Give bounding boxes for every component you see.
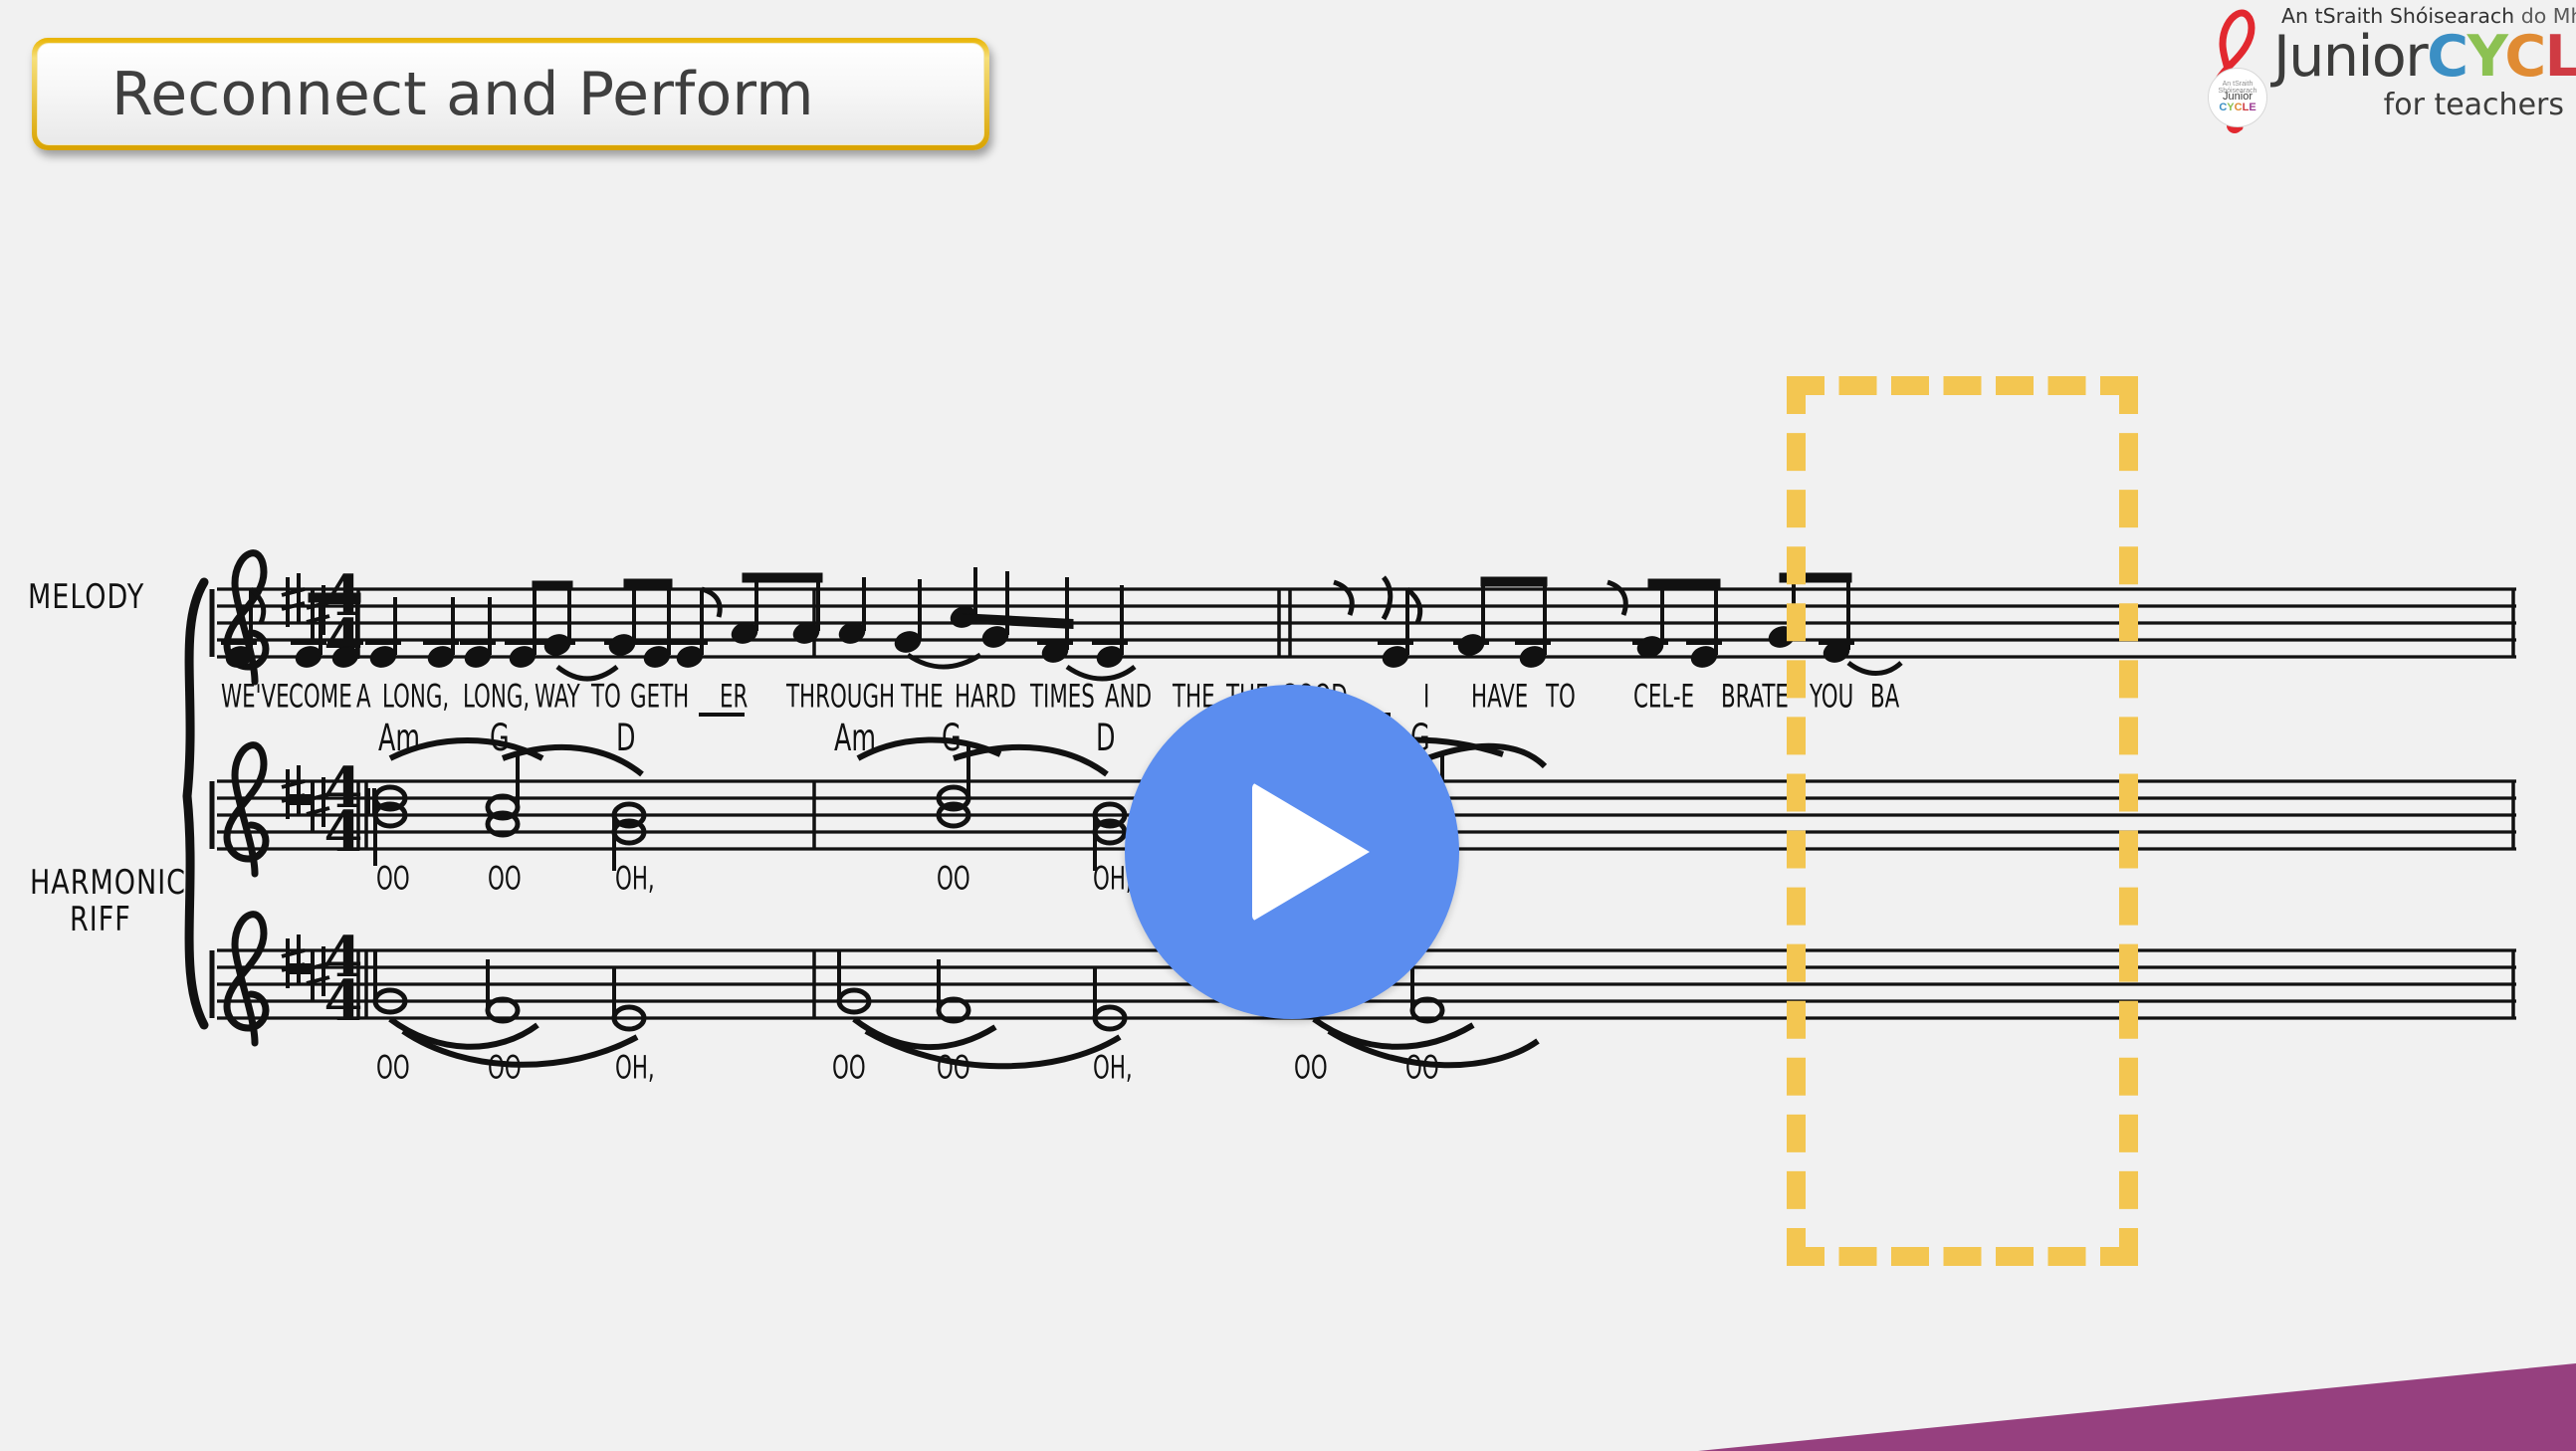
melody-lyric: BA — [1870, 679, 1900, 716]
logo-letter-l: L — [2544, 24, 2576, 90]
chord-symbol: D — [1096, 715, 1116, 760]
logo-seal-badge: An tSraith Shóisearach Junior CYCLE — [2208, 68, 2267, 127]
melody-lyric: WE'VE — [221, 679, 290, 716]
chord-symbol: Am — [834, 715, 877, 760]
harmonic-lyric-lower: OO — [832, 1050, 866, 1087]
title-card-inner: Reconnect and Perform — [37, 43, 984, 145]
play-video-button[interactable] — [1125, 685, 1459, 1019]
harmonic-lyric-lower: OH, — [1093, 1050, 1133, 1087]
slide-canvas: Reconnect and Perform An tSraith Shóisea… — [0, 0, 2576, 1451]
logo-letter-c1: C — [2427, 24, 2469, 90]
harmonic-lyric-lower: OO — [1294, 1050, 1328, 1087]
harmonic-lyric-lower: OO — [1405, 1050, 1439, 1087]
harmonic-lyric-upper: OH, — [615, 861, 655, 898]
melody-lyric: YOU — [1810, 679, 1854, 716]
harmonic-lyric-lower: OO — [376, 1050, 410, 1087]
melody-lyric: THE — [901, 679, 944, 716]
melody-lyric: THROUGH — [786, 679, 896, 716]
junior-cycle-logo: An tSraith Shóisearach Junior CYCLE An t… — [2190, 2, 2576, 141]
svg-text:4: 4 — [324, 968, 363, 1034]
title-card: Reconnect and Perform — [32, 38, 989, 150]
logo-letter-y: Y — [2467, 24, 2506, 90]
svg-text:4: 4 — [324, 799, 363, 865]
harmonic-lyric-lower: OO — [937, 1050, 970, 1087]
melody-lyric: LONG, — [382, 679, 450, 716]
harmonic-lyric-upper: OO — [376, 861, 410, 898]
melody-lyric: TO — [591, 679, 621, 716]
chord-symbol: D — [616, 715, 636, 760]
melody-lyric: TIMES — [1030, 679, 1095, 716]
melody-lyric: GETH — [630, 679, 690, 716]
play-icon — [1252, 782, 1370, 922]
melody-lyric: HARD — [955, 679, 1017, 716]
chord-symbol: Am — [378, 715, 421, 760]
melody-lyric: HAVE — [1471, 679, 1529, 716]
melody-lyric: I — [1423, 679, 1430, 716]
harmonic-lyric-lower: OH, — [615, 1050, 655, 1087]
page-title: Reconnect and Perform — [111, 59, 814, 129]
badge-bottom-text: CYCLE — [2219, 102, 2256, 113]
melody-lyric: COME — [289, 679, 352, 716]
melody-lyric: BRATE — [1721, 679, 1789, 716]
melody-lyric: AND — [1105, 679, 1153, 716]
logo-letter-c2: C — [2504, 24, 2546, 90]
harmonic-lyric-lower: OO — [488, 1050, 522, 1087]
melody-lyric: ER — [720, 679, 749, 716]
melody-lyric: LONG, — [463, 679, 531, 716]
melody-lyric: WAY — [535, 679, 580, 716]
harmonic-lyric-upper: OO — [488, 861, 522, 898]
harmonic-lyric-upper: OO — [937, 861, 970, 898]
chord-symbol: G — [490, 715, 510, 760]
melody-lyric: TO — [1546, 679, 1576, 716]
logo-wordmark: JuniorCYCLE — [2273, 26, 2576, 88]
melody-lyric: CEL-E — [1633, 679, 1695, 716]
chord-symbol: G — [942, 715, 962, 760]
melisma-line-geth — [699, 713, 745, 717]
melody-lyric: A — [356, 679, 371, 716]
logo-subtitle: for teachers — [2383, 88, 2564, 122]
logo-word-junior: Junior — [2273, 24, 2429, 90]
